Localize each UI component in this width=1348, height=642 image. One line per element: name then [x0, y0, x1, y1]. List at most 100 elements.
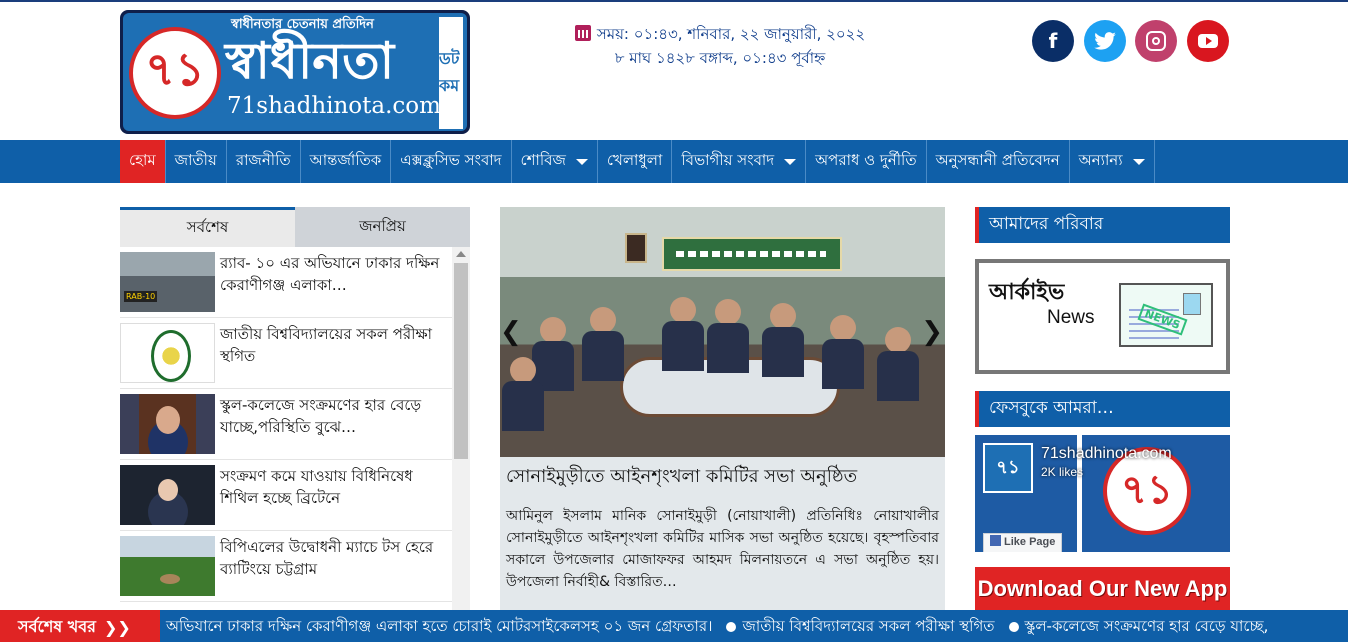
attendee — [877, 327, 919, 401]
latest-news-list: র‍্যাব- ১০ এর অভিযানে ঢাকার দক্ষিন কেরাণ… — [120, 247, 452, 612]
bangla-date: ৮ মাঘ ১৪২৮ বঙ্গাব্দ, ০১:৪৩ পূর্বাহ্ন — [614, 49, 826, 67]
double-chevron-icon: ❯❯ — [103, 617, 131, 637]
featured-image[interactable]: ❮ ❯ — [500, 207, 945, 457]
slider-next-icon[interactable]: ❯ — [921, 317, 943, 347]
nav-menu: হোম জাতীয় রাজনীতি আন্তর্জাতিক এক্সক্লুস… — [120, 140, 1155, 183]
news-thumbnail[interactable] — [120, 394, 215, 454]
play-glyph — [1198, 34, 1218, 48]
nav-label: অনুসন্ধানী প্রতিবেদন — [935, 151, 1060, 169]
nav-item-divisional[interactable]: বিভাগীয় সংবাদ — [672, 140, 807, 183]
nav-item-crime[interactable]: অপরাধ ও দুর্নীতি — [806, 140, 927, 183]
facebook-icon[interactable]: f — [1032, 20, 1074, 62]
attendee — [502, 357, 544, 431]
attendee — [532, 317, 574, 391]
chevron-down-icon — [575, 158, 588, 165]
nav-item-showbiz[interactable]: শোবিজ — [512, 140, 598, 183]
attendee — [762, 303, 804, 377]
ticker-label: সর্বশেষ খবর ❯❯ — [0, 610, 160, 642]
like-page-label: Like Page — [1004, 536, 1056, 548]
list-item[interactable]: সংক্রমণ কমে যাওয়ায় বিধিনিষেধ শিথিল হচ্… — [120, 460, 452, 531]
fb-avatar-numeral: ৭১ — [985, 445, 1031, 491]
ticker-label-text: সর্বশেষ খবর — [18, 616, 96, 636]
news-thumbnail[interactable] — [120, 323, 215, 383]
logo-side-text: ডট কম — [439, 17, 463, 129]
fb-page-name[interactable]: 71shadhinota.com — [1041, 445, 1172, 463]
tab-popular[interactable]: জনপ্রিয় — [295, 207, 470, 247]
instagram-icon[interactable] — [1135, 20, 1177, 62]
nav-label: শোবিজ — [520, 151, 566, 169]
news-title[interactable]: সংক্রমণ কমে যাওয়ায় বিধিনিষেধ শিথিল হচ্… — [220, 465, 452, 509]
nav-label: আন্তর্জাতিক — [309, 151, 382, 169]
fb-page-avatar[interactable]: ৭১ — [983, 443, 1033, 493]
news-title[interactable]: বিপিএলের উদ্বোধনী ম্যাচে টস হেরে ব্যাটিং… — [220, 536, 452, 580]
nav-label: রাজনীতি — [235, 151, 291, 169]
attendee — [662, 297, 704, 371]
nav-item-others[interactable]: অন্যান্য — [1070, 140, 1155, 183]
bullet-icon — [726, 622, 737, 632]
fb-page-likes: 2K likes — [1041, 465, 1084, 479]
nav-item-international[interactable]: আন্তর্জাতিক — [301, 140, 392, 183]
news-title[interactable]: র‍্যাব- ১০ এর অভিযানে ঢাকার দক্ষিন কেরাণ… — [220, 252, 452, 296]
logo-name: স্বাধীনতা — [225, 32, 395, 90]
meeting-banner — [662, 237, 842, 271]
like-page-button[interactable]: Like Page — [983, 533, 1063, 552]
logo-side-label: ডট কম — [439, 49, 460, 95]
list-scrollbar[interactable] — [452, 247, 470, 612]
nav-label: জাতীয় — [174, 151, 217, 169]
news-title[interactable]: জাতীয় বিশ্ববিদ্যালয়ের সকল পরীক্ষা স্থগ… — [220, 323, 452, 367]
twitter-icon[interactable] — [1084, 20, 1126, 62]
download-app-banner[interactable]: Download Our New App — [975, 567, 1230, 611]
facebook-heading: ফেসবুকে আমরা… — [975, 391, 1230, 427]
ticker-item[interactable]: অভিযানে ঢাকার দক্ষিন কেরাণীগঞ্জ এলাকা হত… — [166, 615, 712, 640]
nav-item-politics[interactable]: রাজনীতি — [227, 140, 301, 183]
site-logo[interactable]: স্বাধীনতার চেতনায় প্রতিদিন ৭১ স্বাধীনতা… — [120, 10, 470, 134]
news-thumbnail[interactable] — [120, 252, 215, 312]
scroll-up-icon[interactable] — [456, 251, 466, 257]
nav-item-investigative[interactable]: অনুসন্ধানী প্রতিবেদন — [927, 140, 1070, 183]
archive-sub: News — [1047, 307, 1095, 328]
nav-label: খেলাধুলা — [606, 151, 663, 169]
chevron-down-icon — [1132, 158, 1145, 165]
attendee — [822, 315, 864, 389]
gregorian-date: সময়: ০১:৪৩, শনিবার, ২২ জানুয়ারী, ২০২২ — [596, 25, 866, 43]
ticker-items: অভিযানে ঢাকার দক্ষিন কেরাণীগঞ্জ এলাকা হত… — [166, 610, 1268, 642]
nav-item-sports[interactable]: খেলাধুলা — [598, 140, 673, 183]
slider-prev-icon[interactable]: ❮ — [500, 317, 522, 347]
nav-label: হোম — [129, 151, 156, 169]
ticker-item[interactable]: স্কুল-কলেজে সংক্রমণের হার বেড়ে যাচ্ছে, — [1025, 615, 1269, 640]
camera-glyph — [1146, 31, 1166, 51]
news-thumbnail[interactable] — [120, 465, 215, 525]
featured-title[interactable]: সোনাইমুড়ীতে আইনশৃংখলা কমিটির সভা অনুষ্ঠ… — [500, 457, 945, 489]
wall-portrait — [625, 233, 647, 263]
news-thumbnail[interactable] — [120, 536, 215, 596]
nav-item-home[interactable]: হোম — [120, 140, 166, 183]
attendee — [707, 299, 749, 373]
list-item[interactable]: র‍্যাব- ১০ এর অভিযানে ঢাকার দক্ষিন কেরাণ… — [120, 247, 452, 318]
list-item[interactable]: স্কুল-কলেজে সংক্রমণের হার বেড়ে যাচ্ছে,প… — [120, 389, 452, 460]
news-title[interactable]: স্কুল-কলেজে সংক্রমণের হার বেড়ে যাচ্ছে,প… — [220, 394, 452, 438]
nav-item-national[interactable]: জাতীয় — [166, 140, 227, 183]
facebook-page-widget[interactable]: ৭১ ৭১ 71shadhinota.com 2K likes Like Pag… — [975, 435, 1230, 552]
scroll-thumb[interactable] — [454, 263, 468, 459]
date-line-1: সময়: ০১:৪৩, শনিবার, ২২ জানুয়ারী, ২০২২ — [555, 22, 885, 46]
calendar-icon — [574, 25, 591, 41]
nav-item-exclusive[interactable]: এক্সক্লুসিভ সংবাদ — [391, 140, 512, 183]
featured-slider: ❮ ❯ সোনাইমুড়ীতে আইনশৃংখলা কমিটির সভা অন… — [500, 207, 945, 612]
ticker-item[interactable]: জাতীয় বিশ্ববিদ্যালয়ের সকল পরীক্ষা স্থগ… — [742, 615, 994, 640]
logo-domain: 71shadhinota.com — [227, 93, 441, 119]
nav-label: অপরাধ ও দুর্নীতি — [815, 151, 917, 169]
chevron-down-icon — [784, 158, 797, 165]
attendee — [582, 307, 624, 381]
nav-label: অন্যান্য — [1078, 151, 1123, 169]
youtube-icon[interactable] — [1187, 20, 1229, 62]
logo-numeral: ৭১ — [129, 27, 221, 119]
list-item[interactable]: বিপিএলের উদ্বোধনী ম্যাচে টস হেরে ব্যাটিং… — [120, 531, 452, 602]
archive-banner[interactable]: আর্কাইভ News NEWS — [975, 259, 1230, 374]
date-time: সময়: ০১:৪৩, শনিবার, ২২ জানুয়ারী, ২০২২ … — [555, 22, 885, 70]
logo-panel: স্বাধীনতার চেতনায় প্রতিদিন ৭১ স্বাধীনতা… — [123, 13, 467, 131]
list-item[interactable]: জাতীয় বিশ্ববিদ্যালয়ের সকল পরীক্ষা স্থগ… — [120, 318, 452, 389]
tab-latest[interactable]: সর্বশেষ — [120, 207, 295, 247]
main-navbar: হোম জাতীয় রাজনীতি আন্তর্জাতিক এক্সক্লুস… — [0, 140, 1348, 183]
family-heading: আমাদের পরিবার — [975, 207, 1230, 243]
facebook-icon — [990, 535, 1001, 546]
